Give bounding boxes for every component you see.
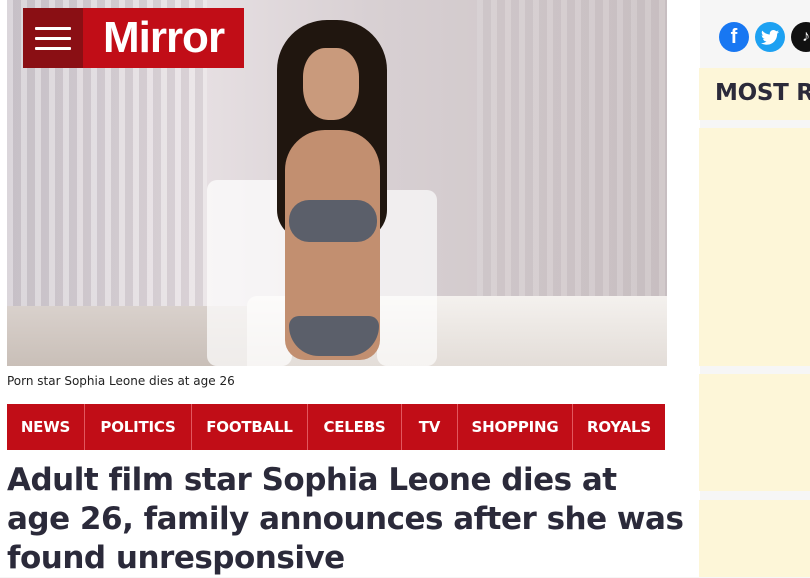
menu-bar (35, 26, 71, 30)
menu-bar (35, 36, 71, 40)
nav-item-shopping[interactable]: SHOPPING (458, 404, 573, 450)
sidebar-article-card[interactable] (699, 500, 810, 577)
nav-item-tv[interactable]: TV (402, 404, 458, 450)
twitter-icon[interactable] (755, 22, 785, 52)
most-read-heading: MOST RE (699, 68, 810, 120)
nav-item-news[interactable]: NEWS (7, 404, 85, 450)
site-logo[interactable]: Mirror (83, 8, 244, 68)
sidebar-article-card[interactable] (699, 374, 810, 491)
clothing-shape (289, 316, 379, 356)
facebook-icon[interactable]: f (719, 22, 749, 52)
nav-item-politics[interactable]: POLITICS (85, 404, 192, 450)
site-header: Mirror (23, 8, 244, 68)
social-links: f ♪ (719, 22, 810, 52)
photo-subject (207, 20, 437, 366)
tiktok-icon[interactable]: ♪ (791, 22, 810, 52)
section-nav: NEWS POLITICS FOOTBALL CELEBS TV SHOPPIN… (7, 404, 665, 450)
twitter-bird-glyph (761, 29, 779, 45)
nav-item-football[interactable]: FOOTBALL (192, 404, 308, 450)
nav-item-royals[interactable]: ROYALS (573, 404, 665, 450)
article-headline: Adult film star Sophia Leone dies at age… (7, 462, 684, 576)
image-caption: Porn star Sophia Leone dies at age 26 (7, 374, 235, 388)
most-read-label: MOST RE (715, 80, 810, 106)
face-shape (303, 48, 359, 120)
clothing-shape (289, 200, 377, 242)
sidebar-article-card[interactable] (699, 128, 810, 366)
nav-item-celebs[interactable]: CELEBS (308, 404, 402, 450)
menu-bar (35, 46, 71, 50)
hamburger-menu-icon[interactable] (23, 8, 83, 68)
